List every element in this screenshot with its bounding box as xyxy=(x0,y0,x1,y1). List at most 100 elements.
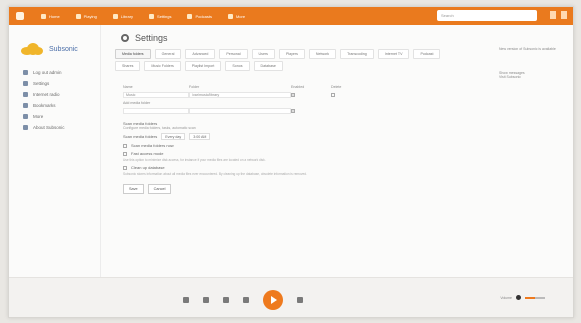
cleanup-description: Subsonic stores information about all me… xyxy=(123,172,307,176)
crossfade-icon[interactable] xyxy=(223,297,229,303)
tab-shares[interactable]: Shares xyxy=(115,61,141,71)
tab-internet-tv[interactable]: Internet TV xyxy=(377,49,410,59)
window-controls xyxy=(550,11,567,19)
sidebar-item-settings[interactable]: Settings xyxy=(23,78,100,89)
column-header-enabled: Enabled xyxy=(291,85,305,89)
play-icon xyxy=(271,296,277,304)
shuffle-icon[interactable] xyxy=(203,297,209,303)
cleanup-title: Clean up database xyxy=(131,165,165,170)
close-icon[interactable] xyxy=(561,11,567,19)
table-row-new xyxy=(123,107,355,115)
radio-icon xyxy=(23,92,28,97)
sidebar-list: Log out admin Settings Internet radio Bo… xyxy=(9,67,100,133)
scan-schedule-row: Scan media folders Every day 3:00 AM xyxy=(123,133,469,140)
cleanup-checkbox[interactable] xyxy=(123,165,127,170)
volume-slider[interactable] xyxy=(525,296,545,299)
cloud-logo-icon xyxy=(21,43,43,55)
tab-database[interactable]: Database xyxy=(253,61,283,71)
nav-podcasts[interactable]: Podcasts xyxy=(187,13,212,19)
nav-more[interactable]: More xyxy=(227,13,245,19)
sidebar-item-radio[interactable]: Internet radio xyxy=(23,89,100,100)
column-header-folder: Folder xyxy=(189,85,200,89)
nav-library[interactable]: Library xyxy=(112,13,133,19)
scan-every-label: Scan media folders xyxy=(123,134,158,139)
sidebar-item-logout[interactable]: Log out admin xyxy=(23,67,100,78)
fast-access-row: Fast access mode xyxy=(123,151,469,156)
right-panel: New version of Subsonic is available Sho… xyxy=(499,47,569,83)
cancel-button[interactable]: Cancel xyxy=(147,184,172,194)
settings-tabs: Media folders General Advanced Personal … xyxy=(109,49,469,71)
tab-players[interactable]: Players xyxy=(278,49,305,59)
nav-home[interactable]: Home xyxy=(41,13,60,19)
main-content: Settings Media folders General Advanced … xyxy=(109,29,469,277)
new-enabled-checkbox[interactable] xyxy=(291,109,295,113)
volume-label: Volume xyxy=(500,295,512,300)
tab-personal[interactable]: Personal xyxy=(219,49,248,59)
minimize-icon[interactable] xyxy=(550,11,556,19)
new-folder-path-field[interactable] xyxy=(189,108,291,114)
enabled-checkbox[interactable] xyxy=(291,93,295,97)
home-icon xyxy=(41,13,46,19)
play-button[interactable] xyxy=(263,290,283,310)
previous-icon[interactable] xyxy=(243,297,249,303)
tab-playlist-import[interactable]: Playlist Import xyxy=(184,61,222,71)
sidebar: Subsonic Log out admin Settings Internet… xyxy=(9,25,101,277)
volume-icon[interactable] xyxy=(516,295,521,300)
folder-name-field[interactable]: Music xyxy=(123,92,189,98)
fast-access-checkbox[interactable] xyxy=(123,151,127,156)
tab-music-folders[interactable]: Music Folders xyxy=(144,61,181,71)
add-folder-label: Add media folder xyxy=(123,101,151,105)
sidebar-item-bookmarks[interactable]: Bookmarks xyxy=(23,100,100,111)
search-input[interactable]: Search xyxy=(437,10,537,21)
gear-icon xyxy=(149,13,155,19)
info-icon xyxy=(23,125,28,130)
tab-transcoding[interactable]: Transcoding xyxy=(340,49,374,59)
update-notice[interactable]: New version of Subsonic is available xyxy=(499,47,569,51)
folder-icon xyxy=(112,13,118,19)
media-folder-table: Name Folder Enabled Delete Music /var/mu… xyxy=(123,83,355,115)
form-actions: Save Cancel xyxy=(123,184,469,194)
delete-checkbox[interactable] xyxy=(331,93,335,97)
nav-playing[interactable]: Playing xyxy=(75,13,97,19)
next-icon[interactable] xyxy=(297,297,303,303)
table-row: Add media folder xyxy=(123,99,355,107)
column-header-name: Name xyxy=(123,85,133,89)
top-nav: Home Playing Library Settings Podcasts M… xyxy=(41,7,261,25)
tab-network[interactable]: Network xyxy=(308,49,337,59)
tab-podcast[interactable]: Podcast xyxy=(413,49,441,59)
cleanup-row: Clean up database xyxy=(123,165,469,170)
sidebar-item-about[interactable]: About Subsonic xyxy=(23,122,100,133)
bookmark-icon xyxy=(23,103,28,108)
tab-general[interactable]: General xyxy=(154,49,182,59)
podcast-icon xyxy=(187,13,193,19)
more-icon xyxy=(227,13,233,19)
app-logo-icon[interactable] xyxy=(13,9,27,23)
app-window: Home Playing Library Settings Podcasts M… xyxy=(8,6,574,318)
tab-sonos[interactable]: Sonos xyxy=(225,61,250,71)
fast-access-title: Fast access mode xyxy=(131,151,164,156)
brand-name: Subsonic xyxy=(49,45,78,53)
player-controls xyxy=(183,290,303,310)
scan-now-label: Scan media folders now xyxy=(131,143,174,148)
volume-fill xyxy=(525,296,535,299)
table-row: Music /var/music/library xyxy=(123,91,355,99)
repeat-icon[interactable] xyxy=(183,297,189,303)
folder-path-field[interactable]: /var/music/library xyxy=(189,92,291,98)
help-sub-link[interactable]: Visit Subsonic xyxy=(499,75,569,79)
new-folder-name-field[interactable] xyxy=(123,108,189,114)
scan-time-select[interactable]: 3:00 AM xyxy=(189,133,211,140)
scan-interval-select[interactable]: Every day xyxy=(161,133,186,140)
tab-media-folders[interactable]: Media folders xyxy=(115,49,151,59)
save-button[interactable]: Save xyxy=(123,184,144,194)
tab-users[interactable]: Users xyxy=(251,49,275,59)
music-icon xyxy=(75,13,81,19)
table-header-row: Name Folder Enabled Delete xyxy=(123,83,355,91)
tab-advanced[interactable]: Advanced xyxy=(185,49,216,59)
sidebar-item-more[interactable]: More xyxy=(23,111,100,122)
gear-icon xyxy=(121,34,129,42)
nav-settings[interactable]: Settings xyxy=(149,13,171,19)
brand[interactable]: Subsonic xyxy=(9,25,100,55)
scan-now-checkbox[interactable] xyxy=(123,143,127,148)
top-navigation-bar: Home Playing Library Settings Podcasts M… xyxy=(9,7,573,25)
fast-access-description: Use this option to minimize disk access,… xyxy=(123,158,266,162)
